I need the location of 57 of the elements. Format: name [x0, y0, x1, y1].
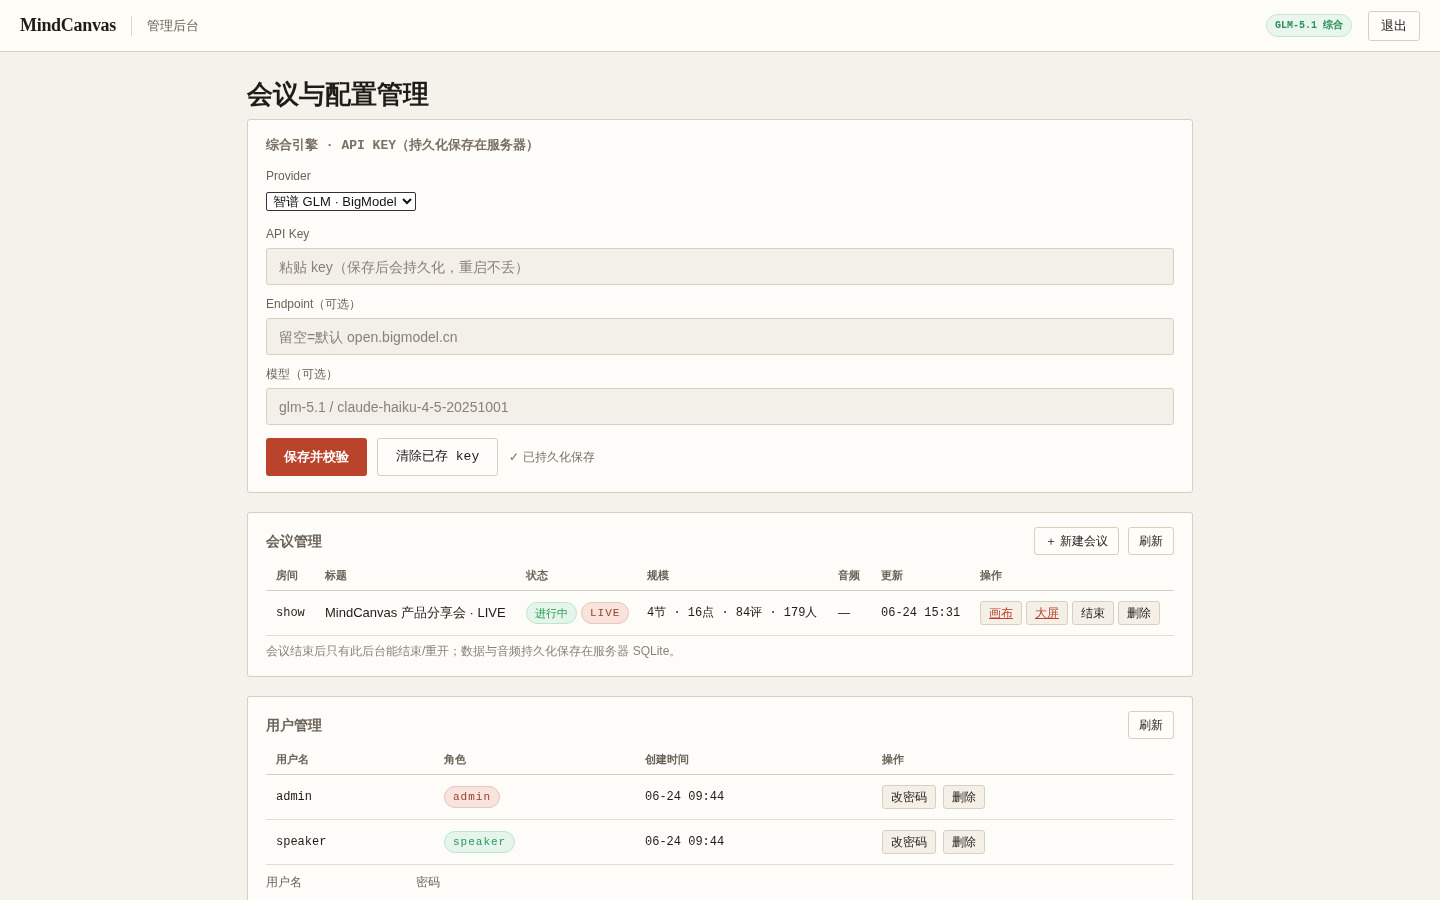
save-status: ✓ 已持久化保存 — [509, 449, 595, 466]
input-field[interactable]: 留空=默认 open.bigmodel.cn — [266, 318, 1174, 355]
field-label: Provider — [266, 168, 312, 184]
page-title: 会议与配置管理 — [247, 79, 430, 111]
page-subtitle: 管理后台 — [147, 16, 200, 35]
table-cell-text: speaker — [275, 834, 328, 851]
table-cell-text: MindCanvas 产品分享会 · LIVE — [324, 604, 507, 623]
card-title: 综合引擎 · API KEY（持久化保存在服务器） — [266, 137, 540, 155]
link-button[interactable]: 大屏 — [1026, 601, 1068, 625]
column-header: 用户名 — [275, 751, 310, 767]
action-button[interactable]: 删除 — [943, 830, 985, 854]
field-label: 密码 — [416, 875, 441, 889]
table-cell-text: — — [837, 605, 851, 622]
status-tag: admin — [444, 786, 500, 808]
action-button[interactable]: 改密码 — [882, 830, 936, 854]
model-tag: GLM-5.1 综合 — [1266, 14, 1352, 37]
table-cell-text: 06-24 09:44 — [644, 789, 726, 806]
logout-button[interactable]: 退出 — [1368, 10, 1420, 41]
status-tag: 进行中 — [526, 602, 577, 624]
column-header: 音频 — [837, 567, 861, 583]
column-header: 规模 — [646, 567, 670, 583]
table-cell-text: 06-24 09:44 — [644, 834, 726, 851]
clear-key-button[interactable]: 清除已存 key — [377, 438, 499, 476]
column-header: 房间 — [275, 567, 299, 583]
app-logo: MindCanvas — [20, 14, 117, 37]
column-header: 操作 — [881, 751, 905, 767]
provider-select[interactable]: 智谱 GLM · BigModel — [266, 192, 416, 211]
card-title: 会议管理 — [266, 531, 322, 551]
input-field[interactable]: 粘贴 key（保存后会持久化，重启不丢） — [266, 248, 1174, 285]
link-button[interactable]: 画布 — [980, 601, 1022, 625]
column-header: 创建时间 — [644, 751, 690, 767]
table-cell-text: 06-24 15:31 — [880, 605, 962, 622]
column-header: 角色 — [443, 751, 467, 767]
action-button[interactable]: 删除 — [943, 785, 985, 809]
toolbar-button[interactable]: 刷新 — [1128, 711, 1174, 739]
toolbar-button[interactable]: ＋ 新建会议 — [1033, 527, 1119, 555]
action-button[interactable]: 结束 — [1072, 601, 1114, 625]
field-label: API Key — [266, 226, 311, 242]
save-button[interactable]: 保存并校验 — [266, 438, 367, 476]
column-header: 标题 — [324, 567, 348, 583]
input-field[interactable]: glm-5.1 / claude-haiku-4-5-20251001 — [266, 388, 1174, 425]
footnote: 会议结束后只有此后台能结束/重开；数据与音频持久化保存在服务器 SQLite。 — [266, 643, 683, 659]
column-header: 状态 — [524, 567, 549, 583]
toolbar-button[interactable]: 刷新 — [1128, 527, 1174, 555]
table-cell-text: 4节 · 16点 · 84评 · 179人 — [646, 605, 819, 622]
table-cell-text: admin — [275, 789, 313, 806]
field-label: 模型（可选） — [266, 366, 339, 382]
card-title: 用户管理 — [266, 715, 322, 735]
field-label: 用户名 — [266, 875, 303, 889]
column-header: 更新 — [880, 567, 904, 583]
status-tag: speaker — [444, 831, 516, 853]
field-label: Endpoint（可选） — [266, 296, 363, 312]
status-tag: LIVE — [581, 602, 630, 624]
column-header: 操作 — [979, 567, 1003, 583]
action-button[interactable]: 改密码 — [882, 785, 936, 809]
table-cell-text: show — [275, 605, 306, 622]
action-button[interactable]: 删除 — [1118, 601, 1160, 625]
